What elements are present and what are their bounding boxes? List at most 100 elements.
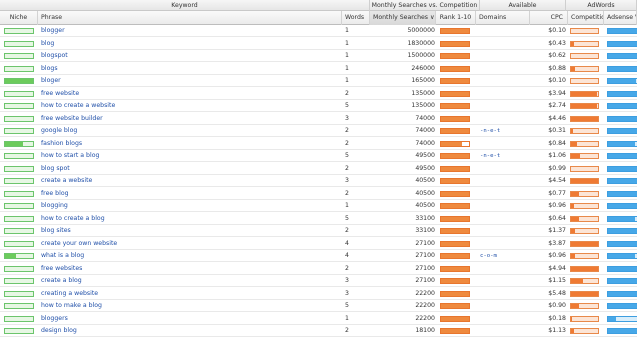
phrase-link[interactable]: blog [41, 38, 341, 50]
phrase-link[interactable]: create a website [41, 175, 341, 187]
table-row[interactable]: free blog 2 40500 $0.77 [0, 188, 637, 200]
phrase-link[interactable]: blog spot [41, 163, 341, 175]
phrase-link[interactable]: how to create a website [41, 100, 341, 112]
column-niche[interactable]: Niche [0, 11, 38, 25]
table-row[interactable]: fashion blogs 2 74000 $0.84 [0, 138, 637, 150]
cpc-value: $0.62 [548, 52, 566, 59]
table-row[interactable]: free website 2 135000 $3.94 [0, 88, 637, 100]
domain-availability[interactable] [480, 88, 526, 100]
table-row[interactable]: bloggers 1 22200 $0.18 [0, 313, 637, 325]
table-row[interactable]: blog 1 1830000 $0.43 [0, 38, 637, 50]
competition-bar-fill [571, 154, 581, 158]
phrase-link[interactable]: bloggers [41, 313, 341, 325]
table-row[interactable]: free website builder 3 74000 $4.46 [0, 113, 637, 125]
rank-bar [440, 203, 470, 209]
phrase-link[interactable]: free website builder [41, 113, 341, 125]
domain-availability[interactable] [480, 288, 526, 300]
table-row[interactable]: blog spot 2 49500 $0.99 [0, 163, 637, 175]
domain-availability[interactable] [480, 25, 526, 37]
adsense-bar [607, 290, 637, 297]
column-adsense[interactable]: Adsense Va [604, 11, 637, 25]
phrase-link[interactable]: how to make a blog [41, 300, 341, 312]
phrase-link[interactable]: blogging [41, 200, 341, 212]
adsense-bar-fill [608, 129, 637, 133]
table-row[interactable]: blogging 1 40500 $0.96 [0, 200, 637, 212]
domain-availability[interactable] [480, 163, 526, 175]
adsense-bar-fill [608, 166, 637, 171]
phrase-link[interactable]: create your own website [41, 238, 341, 250]
domain-availability[interactable] [480, 238, 526, 250]
table-row[interactable]: create a website 3 40500 $4.54 [0, 175, 637, 187]
competition-bar [570, 228, 599, 234]
table-row[interactable]: google blog 2 74000 -n-e-t $0.31 [0, 125, 637, 137]
table-row[interactable]: what is a blog 4 27100 c-o-m $0.96 [0, 250, 637, 262]
table-row[interactable]: bloger 1 165000 $0.10 [0, 75, 637, 87]
domain-availability[interactable] [480, 63, 526, 75]
column-monthly-searches[interactable]: Monthly Searches ∨ [370, 11, 436, 25]
domain-availability[interactable] [480, 113, 526, 125]
domain-availability[interactable] [480, 50, 526, 62]
domain-availability[interactable]: -n-e-t [480, 150, 526, 162]
column-phrase[interactable]: Phrase [38, 11, 342, 25]
column-competition[interactable]: Competition [568, 11, 604, 25]
domain-availability[interactable] [480, 313, 526, 325]
phrase-link[interactable]: design blog [41, 325, 341, 337]
table-row[interactable]: blogger 1 5000000 $0.10 [0, 25, 637, 37]
phrase-link[interactable]: fashion blogs [41, 138, 341, 150]
table-row[interactable]: how to make a blog 5 22200 $0.90 [0, 300, 637, 312]
domain-availability[interactable] [480, 138, 526, 150]
cpc-value: $0.99 [548, 164, 566, 172]
phrase-link[interactable]: blogs [41, 63, 341, 75]
competition-bar [570, 165, 599, 172]
domain-availability[interactable]: -n-e-t [480, 125, 526, 137]
domain-availability[interactable] [480, 275, 526, 287]
table-row[interactable]: create a blog 3 27100 $1.15 [0, 275, 637, 287]
column-cpc[interactable]: CPC [530, 11, 568, 25]
phrase-link[interactable]: blog sites [41, 225, 341, 237]
domain-availability[interactable] [480, 188, 526, 200]
phrase-link[interactable]: creating a website [41, 288, 341, 300]
domain-availability[interactable] [480, 175, 526, 187]
table-row[interactable]: blogspot 1 1500000 $0.62 [0, 50, 637, 62]
competition-bar [570, 240, 599, 247]
domain-availability[interactable] [480, 200, 526, 212]
phrase-link[interactable]: how to create a blog [41, 213, 341, 225]
column-rank[interactable]: Rank 1-10 [436, 11, 476, 25]
table-row[interactable]: free websites 2 27100 $4.94 [0, 263, 637, 275]
phrase-link[interactable]: free websites [41, 263, 341, 275]
table-row[interactable]: how to create a blog 5 33100 $0.64 [0, 213, 637, 225]
domain-availability[interactable] [480, 225, 526, 237]
phrase-link[interactable]: what is a blog [41, 250, 341, 262]
table-row[interactable]: blog sites 2 33100 $1.37 [0, 225, 637, 237]
phrase-link[interactable]: free website [41, 88, 341, 100]
table-row[interactable]: how to create a website 5 135000 $2.74 [0, 100, 637, 112]
table-row[interactable]: creating a website 3 22200 $5.48 [0, 288, 637, 300]
cpc-value: $0.64 [548, 214, 566, 222]
domain-availability[interactable] [480, 213, 526, 225]
phrase-link[interactable]: create a blog [41, 275, 341, 287]
word-count: 4 [345, 239, 349, 247]
adsense-bar [607, 103, 637, 109]
phrase-link[interactable]: free blog [41, 188, 341, 200]
rank-bar [440, 228, 470, 234]
domain-availability[interactable] [480, 38, 526, 50]
cpc-value: $3.94 [548, 89, 566, 97]
domain-availability[interactable] [480, 75, 526, 87]
domain-availability[interactable]: c-o-m [480, 250, 526, 262]
table-row[interactable]: blogs 1 246000 $0.88 [0, 63, 637, 75]
phrase-link[interactable]: google blog [41, 125, 341, 137]
domain-availability[interactable] [480, 263, 526, 275]
domain-availability[interactable] [480, 325, 526, 337]
domain-availability[interactable] [480, 300, 526, 312]
phrase-link[interactable]: blogspot [41, 50, 341, 62]
table-row[interactable]: design blog 2 18100 $1.13 [0, 325, 637, 337]
column-words[interactable]: Words [342, 11, 370, 25]
column-domains[interactable]: Domains [476, 11, 530, 25]
domain-availability[interactable] [480, 100, 526, 112]
adsense-bar [607, 328, 637, 334]
phrase-link[interactable]: how to start a blog [41, 150, 341, 162]
phrase-link[interactable]: blogger [41, 25, 341, 37]
phrase-link[interactable]: bloger [41, 75, 341, 87]
table-row[interactable]: create your own website 4 27100 $3.87 [0, 238, 637, 250]
table-row[interactable]: how to start a blog 5 49500 -n-e-t $1.06 [0, 150, 637, 162]
